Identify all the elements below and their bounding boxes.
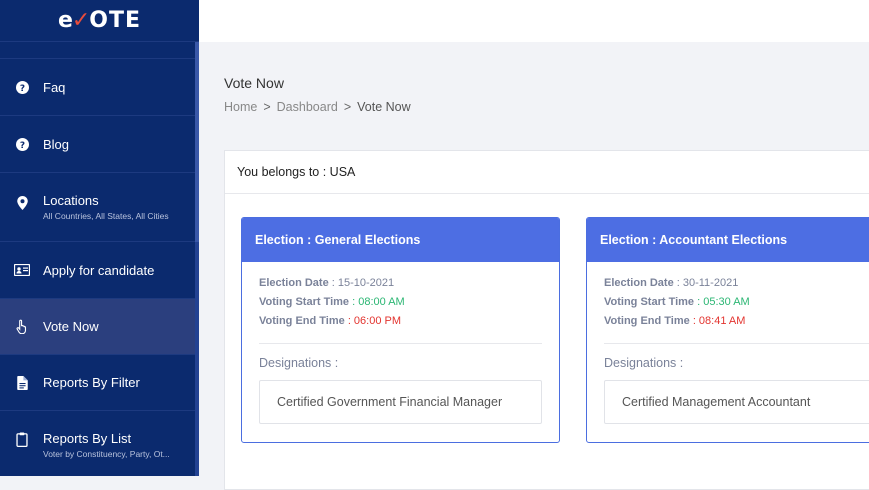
clipboard-icon xyxy=(14,431,30,447)
designations-label: Designations : xyxy=(259,356,339,370)
election-date-row: Election Date : 15-10-2021 xyxy=(259,274,542,293)
map-pin-icon xyxy=(14,195,30,211)
logo-text-right: OTE xyxy=(89,8,142,33)
voting-end-label: Voting End Time xyxy=(259,315,345,327)
sidebar-item-reports-filter[interactable]: Reports By Filter xyxy=(0,355,199,411)
breadcrumb-current: Vote Now xyxy=(357,100,411,114)
top-bar xyxy=(199,0,869,42)
voting-end-value: : 06:00 PM xyxy=(344,315,402,327)
voting-start-row: Voting Start Time : 08:00 AM xyxy=(259,293,542,312)
breadcrumb-separator: > xyxy=(343,100,352,114)
sidebar: e ✓ OTE ? Faq ? Blog Locations All Countri… xyxy=(0,0,199,476)
voting-end-row: Voting End Time : 06:00 PM xyxy=(259,312,542,331)
voting-end-value: : 08:41 AM xyxy=(689,315,746,327)
designations-label: Designations : xyxy=(604,356,684,370)
breadcrumb-separator: > xyxy=(263,100,271,114)
election-card[interactable]: Election : Accountant Elections Election… xyxy=(586,217,869,443)
belongs-to-label: You belongs to : USA xyxy=(225,151,869,194)
voting-start-label: Voting Start Time xyxy=(259,296,350,308)
sidebar-item-label: Reports By List xyxy=(43,431,132,446)
sidebar-item-label: Faq xyxy=(43,79,66,95)
sidebar-item-label: Blog xyxy=(43,136,70,152)
svg-text:?: ? xyxy=(19,83,24,93)
question-circle-icon: ? xyxy=(14,136,30,152)
sidebar-item-label: Reports By Filter xyxy=(43,375,140,390)
breadcrumb-dashboard-link[interactable]: Dashboard xyxy=(277,100,338,114)
id-card-icon xyxy=(14,262,30,278)
card-divider xyxy=(604,343,869,344)
voting-start-value: : 08:00 AM xyxy=(349,296,405,308)
sidebar-spacer xyxy=(0,42,199,59)
breadcrumb-home-link[interactable]: Home xyxy=(224,100,257,114)
elections-panel: You belongs to : USA Election : General … xyxy=(224,150,869,490)
question-circle-icon: ? xyxy=(14,79,30,95)
sidebar-item-apply-candidate[interactable]: Apply for candidate xyxy=(0,242,199,299)
election-card-title: Election : Accountant Elections xyxy=(587,218,869,262)
svg-text:?: ? xyxy=(19,140,24,150)
sidebar-item-label: Locations xyxy=(43,193,99,208)
election-date-label: Election Date xyxy=(259,277,329,289)
election-date-row: Election Date : 30-11-2021 xyxy=(604,274,869,293)
card-divider xyxy=(259,343,542,344)
voting-start-row: Voting Start Time : 05:30 AM xyxy=(604,293,869,312)
breadcrumb: Home > Dashboard > Vote Now xyxy=(224,100,411,114)
election-date-value: : 30-11-2021 xyxy=(673,277,739,289)
page-title: Vote Now xyxy=(224,75,284,91)
sidebar-item-blog[interactable]: ? Blog xyxy=(0,116,199,173)
election-date-value: : 15-10-2021 xyxy=(328,277,395,289)
sidebar-item-subtitle: All Countries, All States, All Cities xyxy=(43,211,169,221)
sidebar-scrollbar-thumb[interactable] xyxy=(195,42,199,242)
document-icon xyxy=(14,375,30,391)
hand-pointer-icon xyxy=(14,319,30,335)
voting-start-label: Voting Start Time xyxy=(604,296,695,308)
sidebar-item-locations[interactable]: Locations All Countries, All States, All… xyxy=(0,173,199,242)
designation-option[interactable]: Certified Management Accountant xyxy=(604,380,869,424)
sidebar-item-label: Apply for candidate xyxy=(43,262,155,278)
voting-end-label: Voting End Time xyxy=(604,315,690,327)
election-date-label: Election Date xyxy=(604,277,674,289)
voting-end-row: Voting End Time : 08:41 AM xyxy=(604,312,869,331)
designation-option[interactable]: Certified Government Financial Manager xyxy=(259,380,542,424)
sidebar-item-faq[interactable]: ? Faq xyxy=(0,59,199,116)
election-card-title: Election : General Elections xyxy=(242,218,559,262)
sidebar-item-reports-list[interactable]: Reports By List Voter by Constituency, P… xyxy=(0,411,199,476)
voting-start-value: : 05:30 AM xyxy=(694,296,750,308)
sidebar-item-subtitle: Voter by Constituency, Party, Ot... xyxy=(43,449,170,459)
app-logo[interactable]: e ✓ OTE xyxy=(0,0,199,42)
election-card[interactable]: Election : General Elections Election Da… xyxy=(241,217,560,443)
sidebar-item-label: Vote Now xyxy=(43,319,99,334)
sidebar-item-vote-now[interactable]: Vote Now xyxy=(0,299,199,355)
